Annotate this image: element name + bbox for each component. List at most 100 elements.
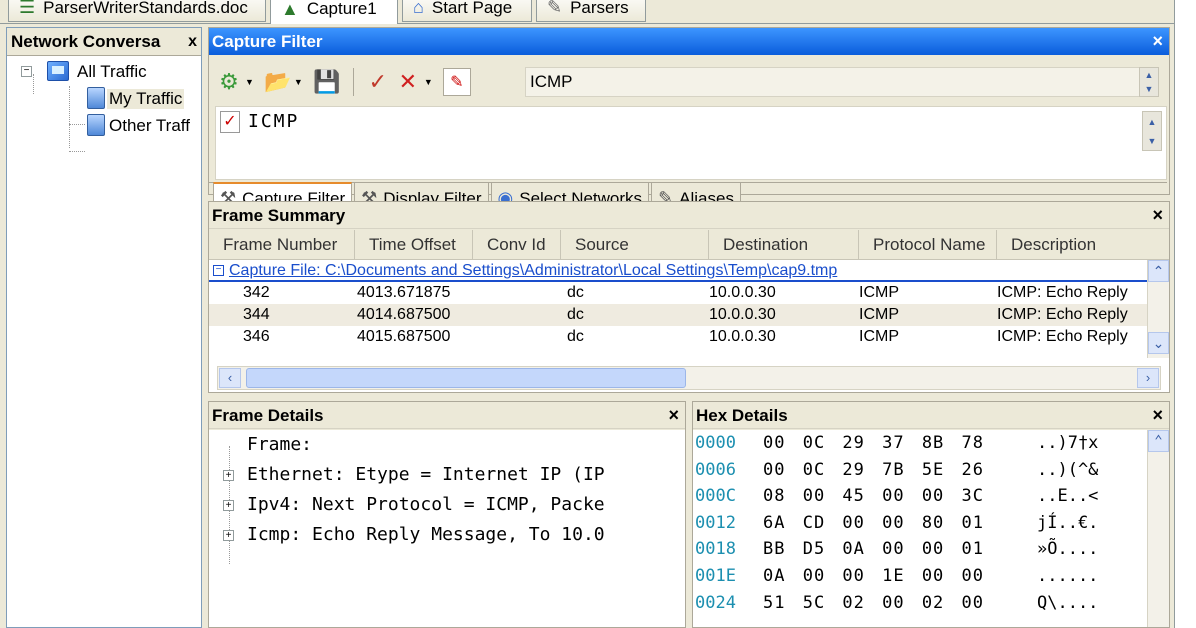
dropdown-arrow-icon[interactable]: ▼ (245, 77, 254, 87)
down-arrow-icon[interactable]: ▼ (1148, 136, 1157, 146)
conversation-tree: − All Traffic My Traffic Other Traff (7, 56, 201, 152)
up-arrow-icon[interactable]: ▲ (1148, 117, 1157, 127)
tab-capture1[interactable]: ▲ Capture1 (270, 0, 398, 24)
cell-destination: 10.0.0.30 (709, 328, 776, 345)
close-icon[interactable]: × (1152, 28, 1163, 55)
capture-filter-title: Capture Filter × (209, 28, 1169, 55)
column-time-offset[interactable]: Time Offset (355, 230, 473, 259)
hex-row[interactable]: 001E 0A 00 00 1E 00 00...... (693, 563, 1169, 590)
close-icon[interactable]: × (1152, 202, 1163, 229)
hex-offset: 0018 (695, 539, 736, 560)
column-conv-id[interactable]: Conv Id (473, 230, 561, 259)
hex-ascii: ..)7†x (1037, 433, 1099, 453)
table-row[interactable]: 344 4014.687500 dc 10.0.0.30 ICMP ICMP: … (209, 304, 1169, 326)
computer-icon (87, 114, 105, 136)
chevron-right-icon[interactable]: › (1137, 368, 1159, 388)
cell-source: dc (567, 284, 584, 301)
chevron-up-icon[interactable]: ⌃ (1148, 430, 1169, 452)
hex-row[interactable]: 0006 00 0C 29 7B 5E 26 ..)(^& (693, 457, 1169, 484)
hex-row[interactable]: 0024 51 5C 02 00 02 00 Q\.... (693, 590, 1169, 617)
detail-item-ethernet[interactable]: + Ethernet: Etype = Internet IP (IP (209, 460, 685, 490)
collapse-icon[interactable]: − (21, 66, 32, 77)
cell-conv-id (473, 326, 561, 348)
toolbar-separator (352, 68, 354, 96)
table-row[interactable]: 346 4015.687500 dc 10.0.0.30 ICMP ICMP: … (209, 326, 1169, 348)
close-icon[interactable]: × (668, 402, 679, 429)
expand-icon[interactable]: + (223, 470, 234, 481)
filter-editor[interactable]: ✓ ICMP ▲ ▼ (215, 106, 1167, 180)
hex-offset: 001E (695, 565, 736, 586)
hex-row[interactable]: 000C 08 00 45 00 00 3C ..E..< (693, 483, 1169, 510)
summary-vertical-scrollbar[interactable]: ⌃ ⌄ (1147, 260, 1169, 358)
dropdown-arrow-icon[interactable]: ▼ (294, 77, 303, 87)
tree-item-all-traffic[interactable]: − All Traffic (7, 58, 201, 85)
apply-filter-icon[interactable]: ✎ (442, 68, 471, 96)
tree-item-my-traffic[interactable]: My Traffic (7, 85, 201, 112)
cell-destination: 10.0.0.30 (709, 284, 776, 301)
detail-item-ipv4[interactable]: + Ipv4: Next Protocol = ICMP, Packe (209, 490, 685, 520)
hex-row[interactable]: 0018 BB D5 0A 00 00 01 »Õ.... (693, 536, 1169, 563)
hex-ascii: ..E..< (1037, 486, 1099, 507)
dropdown-arrow-icon[interactable]: ▼ (424, 77, 433, 87)
load-filter-icon[interactable]: ⚙ (215, 68, 243, 96)
hex-row[interactable]: 0012 6A CD 00 00 80 01 jÍ..€. (693, 510, 1169, 537)
table-row[interactable]: 342 4013.671875 dc 10.0.0.30 ICMP ICMP: … (209, 282, 1169, 304)
tab-label: Capture1 (306, 0, 377, 18)
column-destination[interactable]: Destination (709, 230, 859, 259)
frame-summary-panel: Frame Summary × Frame Number Time Offset… (208, 201, 1170, 393)
column-source[interactable]: Source (561, 230, 709, 259)
filter-editor-scrollbar[interactable]: ▲ ▼ (1142, 111, 1162, 151)
hex-offset: 000C (695, 486, 736, 507)
expand-icon[interactable]: + (223, 500, 234, 511)
column-protocol-name[interactable]: Protocol Name (859, 230, 997, 259)
tab-parsers[interactable]: ✎ Parsers (536, 0, 646, 22)
hex-bytes: 6A CD 00 00 80 01 (763, 512, 984, 533)
capture-filter-panel: Capture Filter × ⚙ ▼ 📂 ▼ 💾 ✓ ✕ ▼ ✎ ICMP … (208, 27, 1170, 215)
hex-row[interactable]: 0000 00 0C 29 37 8B 78 ..)7†x (693, 430, 1169, 457)
detail-item-icmp[interactable]: + Icmp: Echo Reply Message, To 10.0 (209, 520, 685, 550)
expand-icon[interactable]: + (223, 530, 234, 541)
parser-icon: ✎ (547, 0, 563, 17)
scroll-thumb[interactable] (246, 368, 686, 388)
hex-ascii: »Õ.... (1037, 539, 1099, 560)
tree-item-other-traffic[interactable]: Other Traff (7, 112, 201, 139)
close-icon[interactable]: × (1152, 402, 1163, 429)
filter-history-spinner[interactable]: ▲ ▼ (1139, 67, 1159, 97)
panel-title: Frame Details (212, 406, 324, 425)
tab-label: ParserWriterStandards.doc (43, 0, 248, 17)
hex-dump: 0000 00 0C 29 37 8B 78 ..)7†x 0006 00 0C 29… (693, 430, 1169, 627)
scroll-track[interactable] (1148, 282, 1169, 332)
clear-icon[interactable]: ✕ (394, 68, 422, 96)
cell-source: dc (567, 328, 584, 345)
down-arrow-icon[interactable]: ▼ (1145, 84, 1154, 94)
capture-file-link[interactable]: Capture File: C:\Documents and Settings\… (229, 262, 837, 279)
document-tab-strip: ☰ ParserWriterStandards.doc ▲ Capture1 ⌂… (0, 0, 1196, 24)
chevron-left-icon[interactable]: ‹ (219, 368, 241, 388)
frame-summary-grid: Frame Number Time Offset Conv Id Source … (209, 230, 1169, 392)
home-icon: ⌂ (413, 0, 424, 17)
filter-history-select[interactable]: ICMP (525, 67, 1145, 97)
cell-protocol-name: ICMP (859, 306, 899, 323)
hex-offset: 0000 (695, 433, 736, 453)
collapse-icon[interactable]: − (213, 265, 224, 276)
detail-item-frame[interactable]: Frame: (209, 430, 685, 460)
hex-bytes: 0A 00 00 1E 00 00 (763, 565, 984, 586)
cell-time-offset: 4013.671875 (357, 284, 451, 301)
hex-vertical-scrollbar[interactable]: ⌃ (1147, 430, 1169, 627)
close-icon[interactable]: x (186, 28, 197, 55)
chevron-down-icon[interactable]: ⌄ (1148, 332, 1169, 354)
capture-file-group-row[interactable]: − Capture File: C:\Documents and Setting… (209, 260, 1147, 282)
summary-horizontal-scrollbar[interactable]: ‹ › (217, 366, 1161, 390)
up-arrow-icon[interactable]: ▲ (1145, 70, 1154, 80)
tab-parserwriterstandards[interactable]: ☰ ParserWriterStandards.doc (8, 0, 266, 22)
cell-protocol-name: ICMP (859, 284, 899, 301)
open-folder-icon[interactable]: 📂 (264, 68, 292, 96)
tab-start-page[interactable]: ⌂ Start Page (402, 0, 532, 22)
verify-icon[interactable]: ✓ (364, 68, 392, 96)
column-description[interactable]: Description (997, 230, 1147, 259)
cell-destination: 10.0.0.30 (709, 306, 776, 323)
chevron-up-icon[interactable]: ⌃ (1148, 260, 1169, 282)
save-icon[interactable]: 💾 (313, 68, 341, 96)
window-right-edge (1174, 0, 1196, 628)
column-frame-number[interactable]: Frame Number (209, 230, 355, 259)
